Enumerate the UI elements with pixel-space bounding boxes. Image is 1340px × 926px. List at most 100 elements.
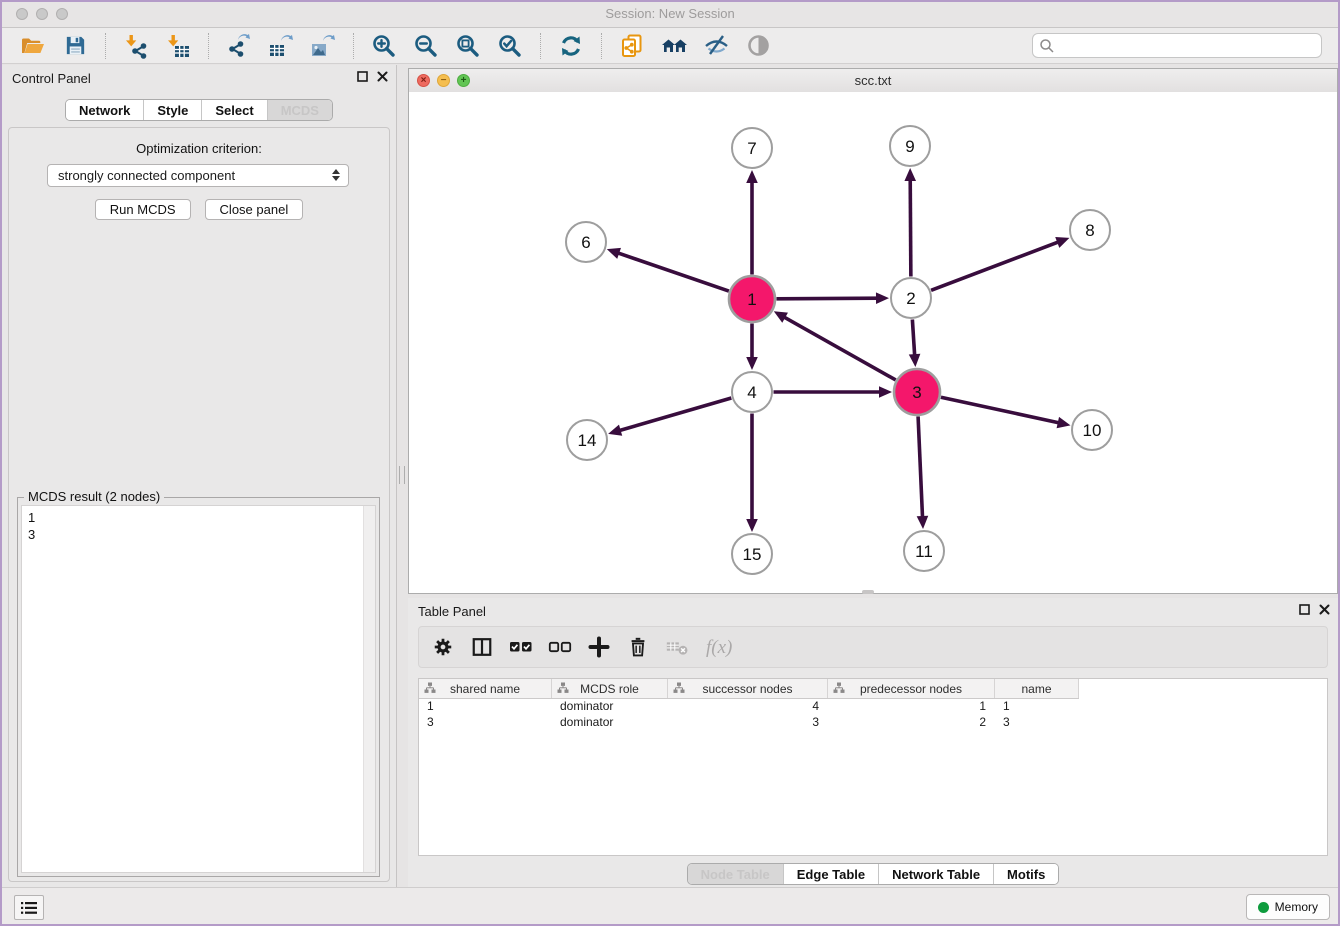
column-header-shared-name[interactable]: shared name xyxy=(419,679,552,698)
graph-node-label: 3 xyxy=(912,383,921,402)
import-network-icon[interactable] xyxy=(122,32,150,60)
table-cell: 3 xyxy=(995,714,1079,730)
close-table-panel-icon[interactable] xyxy=(1319,604,1330,615)
export-image-icon[interactable] xyxy=(309,32,337,60)
network-graph[interactable]: 7968124314101511 xyxy=(409,92,1337,593)
edge-arrowhead xyxy=(879,386,892,398)
export-table-icon[interactable] xyxy=(267,32,295,60)
duplicate-network-icon[interactable] xyxy=(618,32,646,60)
graph-edge-1-6[interactable] xyxy=(617,253,729,291)
graph-edge-4-14[interactable] xyxy=(619,398,732,431)
graph-node-label: 10 xyxy=(1083,421,1102,440)
column-type-icon xyxy=(673,682,685,697)
table-cell: 3 xyxy=(668,714,828,730)
select-all-icon[interactable] xyxy=(509,635,533,659)
graph-edge-1-2[interactable] xyxy=(776,298,878,299)
result-line: 3 xyxy=(28,526,369,543)
eye-disabled-icon xyxy=(744,32,772,60)
tab-network[interactable]: Network xyxy=(66,100,144,120)
tab-edge-table[interactable]: Edge Table xyxy=(784,864,879,884)
table-cell: 1 xyxy=(995,698,1079,714)
apply-layout-icon[interactable] xyxy=(557,32,585,60)
toolbar-separator xyxy=(105,33,106,59)
mcds-result-area[interactable]: 13 xyxy=(21,505,376,873)
task-history-button[interactable] xyxy=(14,895,44,920)
show-columns-icon[interactable] xyxy=(470,635,494,659)
edge-arrowhead xyxy=(917,516,929,529)
tab-select[interactable]: Select xyxy=(202,100,267,120)
zoom-selected-icon[interactable] xyxy=(496,32,524,60)
table-row[interactable]: 3dominator323 xyxy=(419,714,1079,730)
toolbar-separator xyxy=(601,33,602,59)
edge-arrowhead xyxy=(1057,417,1071,428)
dropdown-value: strongly connected component xyxy=(58,168,235,183)
search-box[interactable] xyxy=(1032,33,1322,58)
graph-edge-2-8[interactable] xyxy=(931,242,1059,291)
run-mcds-button[interactable]: Run MCDS xyxy=(95,199,191,220)
network-window-title: scc.txt xyxy=(409,73,1337,88)
edge-arrowhead xyxy=(746,170,758,183)
graph-edge-2-9[interactable] xyxy=(910,179,911,277)
graph-edge-3-1[interactable] xyxy=(783,317,895,380)
tab-node-table[interactable]: Node Table xyxy=(688,864,784,884)
graph-node-label: 7 xyxy=(747,139,756,158)
zoom-in-icon[interactable] xyxy=(370,32,398,60)
homes-icon[interactable] xyxy=(660,32,688,60)
table-cell: 1 xyxy=(828,698,995,714)
node-table[interactable]: shared name MCDS role successor nodesprede… xyxy=(418,678,1328,856)
tab-style[interactable]: Style xyxy=(144,100,202,120)
close-panel-button[interactable]: Close panel xyxy=(205,199,304,220)
horizontal-splitter-handle[interactable] xyxy=(862,590,874,594)
table-panel-title: Table Panel xyxy=(418,604,486,619)
tab-motifs[interactable]: Motifs xyxy=(994,864,1058,884)
table-header-row: shared name MCDS role successor nodesprede… xyxy=(419,679,1079,699)
window-title: Session: New Session xyxy=(2,6,1338,21)
column-header-label: name xyxy=(1021,682,1051,696)
save-session-icon[interactable] xyxy=(61,32,89,60)
tab-network-table[interactable]: Network Table xyxy=(879,864,994,884)
search-input[interactable] xyxy=(1055,37,1315,54)
column-header-MCDS-role[interactable]: MCDS role xyxy=(552,679,668,698)
add-column-icon[interactable] xyxy=(587,635,611,659)
column-header-successor-nodes[interactable]: successor nodes xyxy=(668,679,828,698)
import-table-icon[interactable] xyxy=(164,32,192,60)
memory-button[interactable]: Memory xyxy=(1246,894,1330,920)
table-panel-header: Table Panel xyxy=(408,598,1338,624)
column-type-icon xyxy=(557,682,569,697)
result-scrollbar[interactable] xyxy=(363,506,375,872)
close-panel-icon[interactable] xyxy=(377,71,388,82)
table-row[interactable]: 1dominator411 xyxy=(419,698,1079,714)
trash-icon[interactable] xyxy=(626,635,650,659)
deselect-all-icon[interactable] xyxy=(548,635,572,659)
float-panel-icon[interactable] xyxy=(357,71,368,82)
network-canvas[interactable]: 7968124314101511 xyxy=(409,92,1337,593)
mcds-result-title: MCDS result (2 nodes) xyxy=(24,489,164,504)
edge-arrowhead xyxy=(904,168,916,181)
column-type-icon xyxy=(424,682,436,697)
graph-edge-3-11[interactable] xyxy=(918,416,922,518)
column-header-predecessor-nodes[interactable]: predecessor nodes xyxy=(828,679,995,698)
delete-column-icon-disabled xyxy=(665,635,689,659)
float-table-panel-icon[interactable] xyxy=(1299,604,1310,615)
column-header-name[interactable]: name xyxy=(995,679,1079,698)
table-settings-gear-icon[interactable] xyxy=(431,635,455,659)
optimization-criterion-select[interactable]: strongly connected component xyxy=(47,164,349,187)
panel-splitter-handle[interactable] xyxy=(399,466,405,484)
network-window-titlebar[interactable]: × − + scc.txt xyxy=(409,69,1337,93)
open-session-icon[interactable] xyxy=(19,32,47,60)
column-header-label: MCDS role xyxy=(580,682,639,696)
zoom-out-icon[interactable] xyxy=(412,32,440,60)
mcds-panel: Optimization criterion: strongly connect… xyxy=(8,127,390,882)
svg-text:f(x): f(x) xyxy=(706,637,732,658)
edge-arrowhead xyxy=(746,519,758,532)
table-cell: 3 xyxy=(419,714,552,730)
graph-edge-2-3[interactable] xyxy=(912,319,914,356)
tab-mcds[interactable]: MCDS xyxy=(268,100,332,120)
edge-arrowhead xyxy=(876,292,889,304)
graph-edge-3-10[interactable] xyxy=(941,397,1060,423)
zoom-fit-icon[interactable] xyxy=(454,32,482,60)
main-titlebar: Session: New Session xyxy=(2,2,1338,28)
toolbar-separator xyxy=(353,33,354,59)
hide-eye-slash-icon[interactable] xyxy=(702,32,730,60)
export-network-icon[interactable] xyxy=(225,32,253,60)
